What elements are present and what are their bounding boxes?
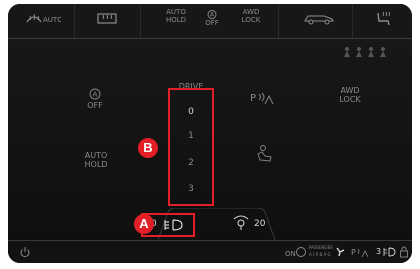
- awd-lock-line2: LOCK: [339, 95, 361, 104]
- vehicle-button[interactable]: [294, 8, 344, 34]
- passenger-airbag-icon: [296, 247, 306, 257]
- brightness-icon: [233, 215, 249, 230]
- level-option-0-label: 0: [188, 107, 194, 117]
- headlight-level-stepper[interactable]: 0 1 2 3: [168, 88, 214, 206]
- auto-start-stop-button[interactable]: A OFF: [196, 8, 228, 34]
- headlight-status-value: 3: [376, 247, 382, 256]
- auto-hold-line1: AUTO: [84, 151, 108, 160]
- level-option-0[interactable]: 0: [170, 107, 212, 117]
- status-bar: ON PASSENGER A I R B A G P 3: [8, 240, 412, 263]
- auto-start-stop-off-label: OFF: [205, 19, 219, 27]
- level-option-1-label: 1: [188, 131, 194, 141]
- callout-b-marker: B: [138, 138, 158, 158]
- parking-sensor-icon: P: [250, 92, 274, 105]
- seatbelt-occupancy-icon: [344, 47, 386, 57]
- driver-seat-icon: [257, 145, 272, 162]
- auto-start-stop-off-label: OFF: [87, 101, 103, 110]
- brightness-value: 20: [254, 219, 266, 229]
- awd-lock-line2: LOCK: [241, 16, 261, 24]
- callout-a-marker: A: [134, 214, 154, 234]
- divider: [74, 4, 75, 38]
- heated-seat-icon: [377, 11, 390, 26]
- level-option-1[interactable]: 1: [170, 131, 212, 141]
- headlight-leveling-icon: [383, 247, 396, 257]
- level-option-2[interactable]: 2: [170, 158, 212, 168]
- divider: [140, 4, 141, 38]
- a-circle-icon: A: [207, 10, 217, 19]
- svg-text:A: A: [93, 91, 98, 99]
- front-defrost-icon: [97, 13, 117, 24]
- airbag-label: A I R B A G: [309, 252, 331, 257]
- display-bezel: AUTO AUTO HOLD A OFF AWD LOCK A OFF DRIV…: [8, 4, 412, 263]
- divider: [352, 4, 353, 38]
- level-option-3-label: 3: [188, 184, 194, 194]
- auto-hold-line2: HOLD: [165, 16, 187, 24]
- level-option-3[interactable]: 3: [170, 184, 212, 194]
- auto-hold-line2: HOLD: [84, 160, 108, 169]
- quick-controls-bar: AUTO AUTO HOLD A OFF AWD LOCK: [8, 4, 412, 39]
- passenger-airbag-label: PASSENGER: [309, 245, 333, 250]
- screenshot-frame: AUTO AUTO HOLD A OFF AWD LOCK A OFF DRIV…: [0, 0, 420, 269]
- a-circle-icon: A: [89, 88, 101, 100]
- rear-defrost-auto-button[interactable]: AUTO: [16, 8, 68, 34]
- parking-sensor-icon: P: [351, 248, 369, 258]
- lock-icon: [400, 246, 408, 258]
- control-screen: AUTO AUTO HOLD A OFF AWD LOCK A OFF DRIV…: [8, 4, 412, 263]
- car-icon: [304, 15, 334, 25]
- rear-defrost-icon: AUTO: [26, 13, 61, 24]
- front-defrost-button[interactable]: [82, 8, 132, 34]
- svg-text:P: P: [250, 93, 256, 104]
- awd-lock-button[interactable]: AWD LOCK: [234, 8, 268, 34]
- power-icon[interactable]: [19, 246, 31, 258]
- auto-hold-line1: AUTO: [166, 8, 186, 16]
- level-option-2-label: 2: [188, 158, 194, 168]
- awd-lock-line1: AWD: [340, 86, 360, 95]
- seat-heat-button[interactable]: [364, 8, 404, 34]
- fan-icon: [336, 247, 345, 257]
- auto-hold-button[interactable]: AUTO HOLD: [158, 8, 194, 34]
- headlight-leveling-icon: [164, 219, 183, 231]
- svg-text:P: P: [351, 248, 356, 257]
- divider: [278, 4, 279, 38]
- rear-defrost-auto-label: AUTO: [43, 16, 61, 24]
- awd-lock-line1: AWD: [242, 8, 260, 16]
